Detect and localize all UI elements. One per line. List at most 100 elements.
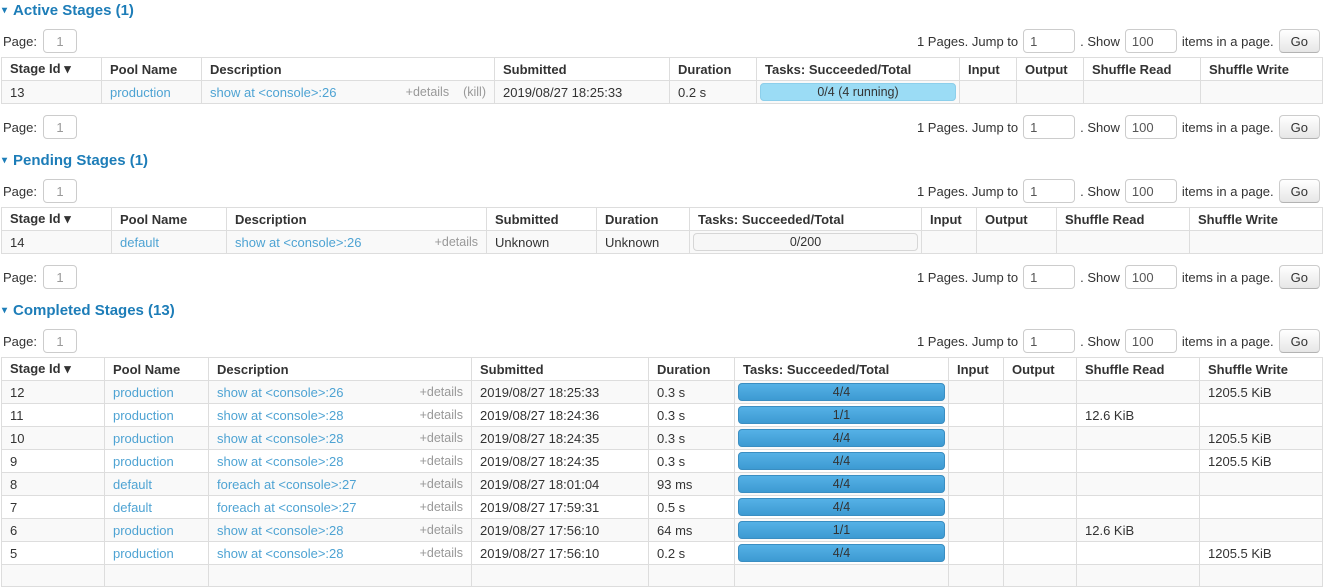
pool-name-cell: default	[105, 473, 209, 496]
shuffle-write-cell: 1205.5 KiB	[1200, 542, 1323, 565]
pool-name-cell: production	[105, 519, 209, 542]
description-link[interactable]: show at <console>:26	[235, 235, 361, 250]
details-toggle[interactable]: +details	[420, 454, 463, 468]
pool-name-link[interactable]: production	[113, 408, 174, 423]
pool-name-link[interactable]: production	[113, 454, 174, 469]
column-header-pool-name[interactable]: Pool Name	[102, 58, 202, 81]
column-header-shuffle-write[interactable]: Shuffle Write	[1200, 358, 1323, 381]
column-header-tasks-succeeded-total[interactable]: Tasks: Succeeded/Total	[690, 208, 922, 231]
description-link[interactable]: foreach at <console>:27	[217, 477, 357, 492]
show-items-input[interactable]	[1125, 265, 1177, 289]
jump-to-page-input[interactable]	[1023, 179, 1075, 203]
column-header-shuffle-write[interactable]: Shuffle Write	[1190, 208, 1323, 231]
stage-id-cell: 13	[2, 81, 102, 104]
description-link[interactable]: show at <console>:28	[217, 408, 343, 423]
column-header-tasks-succeeded-total[interactable]: Tasks: Succeeded/Total	[735, 358, 949, 381]
description-link[interactable]: show at <console>:28	[217, 454, 343, 469]
column-header-duration[interactable]: Duration	[670, 58, 757, 81]
jump-to-page-input[interactable]	[1023, 29, 1075, 53]
column-header-submitted[interactable]: Submitted	[487, 208, 597, 231]
column-header-shuffle-read[interactable]: Shuffle Read	[1057, 208, 1190, 231]
column-header-description[interactable]: Description	[209, 358, 472, 381]
description-link[interactable]: show at <console>:26	[217, 385, 343, 400]
output-cell	[1004, 450, 1077, 473]
page-number-input[interactable]	[43, 265, 77, 289]
column-header-description[interactable]: Description	[202, 58, 495, 81]
duration-cell: 0.3 s	[649, 404, 735, 427]
column-header-tasks-succeeded-total[interactable]: Tasks: Succeeded/Total	[757, 58, 960, 81]
pool-name-link[interactable]: production	[113, 523, 174, 538]
jump-to-page-input[interactable]	[1023, 115, 1075, 139]
description-link[interactable]: show at <console>:28	[217, 546, 343, 561]
details-toggle[interactable]: +details	[420, 500, 463, 514]
go-button[interactable]: Go	[1279, 115, 1320, 139]
duration-cell: 64 ms	[649, 519, 735, 542]
column-header-shuffle-read[interactable]: Shuffle Read	[1077, 358, 1200, 381]
page-number-input[interactable]	[43, 29, 77, 53]
details-toggle[interactable]: +details	[420, 546, 463, 560]
column-header-submitted[interactable]: Submitted	[495, 58, 670, 81]
column-header-submitted[interactable]: Submitted	[472, 358, 649, 381]
details-toggle[interactable]: +details	[420, 523, 463, 537]
duration-cell: 0.2 s	[649, 542, 735, 565]
pool-name-link[interactable]: production	[113, 431, 174, 446]
jump-to-page-input[interactable]	[1023, 329, 1075, 353]
description-link[interactable]: foreach at <console>:27	[217, 500, 357, 515]
pool-name-link[interactable]: production	[110, 85, 171, 100]
cell	[735, 565, 949, 587]
show-items-input[interactable]	[1125, 29, 1177, 53]
task-progress-bar: 4/4	[738, 383, 945, 401]
shuffle-write-cell	[1200, 473, 1323, 496]
section-title-active-stages[interactable]: ▾ Active Stages (1)	[2, 2, 1322, 19]
column-header-input[interactable]: Input	[949, 358, 1004, 381]
column-header-description[interactable]: Description	[227, 208, 487, 231]
pool-name-link[interactable]: production	[113, 385, 174, 400]
section-title-completed-stages[interactable]: ▾ Completed Stages (13)	[2, 302, 1322, 319]
stage-row: 11productionshow at <console>:28+details…	[2, 404, 1323, 427]
column-header-shuffle-write[interactable]: Shuffle Write	[1201, 58, 1323, 81]
column-header-duration[interactable]: Duration	[649, 358, 735, 381]
details-toggle[interactable]: +details	[420, 477, 463, 491]
show-items-input[interactable]	[1125, 115, 1177, 139]
show-items-input[interactable]	[1125, 329, 1177, 353]
pool-name-link[interactable]: default	[113, 500, 152, 515]
shuffle-read-cell	[1077, 473, 1200, 496]
go-button[interactable]: Go	[1279, 265, 1320, 289]
column-header-duration[interactable]: Duration	[597, 208, 690, 231]
column-header-input[interactable]: Input	[922, 208, 977, 231]
column-header-output[interactable]: Output	[1004, 358, 1077, 381]
column-header-shuffle-read[interactable]: Shuffle Read	[1084, 58, 1201, 81]
show-items-input[interactable]	[1125, 179, 1177, 203]
pool-name-link[interactable]: default	[120, 235, 159, 250]
column-header-pool-name[interactable]: Pool Name	[112, 208, 227, 231]
column-header-stage-id[interactable]: Stage Id ▾	[2, 358, 105, 381]
column-header-output[interactable]: Output	[1017, 58, 1084, 81]
items-per-page-label: items in a page.	[1182, 34, 1274, 49]
task-progress-bar: 1/1	[738, 521, 945, 539]
jump-to-page-input[interactable]	[1023, 265, 1075, 289]
column-header-stage-id[interactable]: Stage Id ▾	[2, 208, 112, 231]
column-header-input[interactable]: Input	[960, 58, 1017, 81]
page-number-input[interactable]	[43, 179, 77, 203]
description-link[interactable]: show at <console>:28	[217, 431, 343, 446]
details-toggle[interactable]: +details	[420, 385, 463, 399]
column-header-stage-id[interactable]: Stage Id ▾	[2, 58, 102, 81]
description-link[interactable]: show at <console>:28	[217, 523, 343, 538]
page-number-input[interactable]	[43, 329, 77, 353]
pool-name-link[interactable]: production	[113, 546, 174, 561]
details-toggle[interactable]: +details	[420, 408, 463, 422]
go-button[interactable]: Go	[1279, 179, 1320, 203]
details-toggle[interactable]: +details	[406, 85, 449, 99]
details-toggle[interactable]: +details	[435, 235, 478, 249]
kill-link[interactable]: (kill)	[463, 85, 486, 99]
column-header-pool-name[interactable]: Pool Name	[105, 358, 209, 381]
pool-name-link[interactable]: default	[113, 477, 152, 492]
section-title-pending-stages[interactable]: ▾ Pending Stages (1)	[2, 152, 1322, 169]
column-header-output[interactable]: Output	[977, 208, 1057, 231]
details-toggle[interactable]: +details	[420, 431, 463, 445]
description-link[interactable]: show at <console>:26	[210, 85, 336, 100]
go-button[interactable]: Go	[1279, 29, 1320, 53]
page-number-input[interactable]	[43, 115, 77, 139]
go-button[interactable]: Go	[1279, 329, 1320, 353]
show-label: . Show	[1080, 34, 1120, 49]
